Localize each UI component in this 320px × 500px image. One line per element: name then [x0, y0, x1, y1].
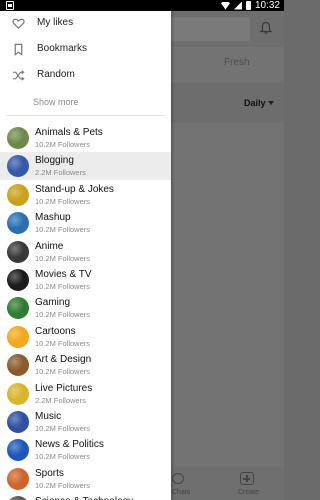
category-name: Animals & Pets	[35, 127, 103, 138]
category-item[interactable]: Blogging 2.2M Followers	[0, 152, 171, 181]
category-followers: 10.2M Followers	[35, 282, 91, 291]
wifi-icon	[220, 1, 230, 10]
category-followers: 10.2M Followers	[35, 140, 91, 149]
show-more-link[interactable]: Show more	[33, 97, 79, 107]
menu-item-random[interactable]: Random	[0, 63, 171, 89]
category-item[interactable]: Movies & TV 10.2M Followers	[0, 266, 171, 294]
filter-bar	[170, 83, 284, 123]
category-avatar	[7, 325, 29, 348]
category-name: Sports	[35, 467, 64, 479]
notification-icon	[6, 1, 14, 10]
filter-dropdown: Daily	[244, 98, 266, 108]
category-avatar	[7, 127, 29, 149]
category-followers: 2.2M Followers	[35, 395, 86, 405]
category-avatar	[7, 439, 29, 462]
category-followers: 10.2M Followers	[35, 338, 91, 348]
category-avatar	[7, 467, 29, 490]
caret-down-icon	[268, 101, 274, 105]
create-icon	[240, 472, 254, 485]
menu-item-my-likes[interactable]: My likes	[0, 11, 171, 37]
create-label: Create	[238, 489, 260, 496]
chats-label: Chats	[172, 489, 191, 496]
category-avatar	[7, 354, 29, 377]
category-name: Music	[35, 411, 62, 422]
category-followers: 10.2M Followers	[35, 225, 91, 235]
category-item[interactable]: Sports 10.2M Followers	[0, 465, 171, 493]
menu-label: Bookmarks	[37, 43, 88, 54]
navigation-drawer: My likes Bookmarks Random Show more Anim…	[0, 11, 171, 500]
menu-label: Random	[37, 69, 75, 80]
category-followers: 2.2M Followers	[35, 168, 86, 178]
category-avatar	[7, 183, 29, 206]
status-time: 10:32	[254, 0, 280, 11]
category-name: News & Politics	[35, 439, 104, 451]
category-followers: 10.2M Followers	[35, 310, 91, 320]
category-name: Blogging	[35, 155, 74, 167]
category-item[interactable]: Science & Technology	[0, 493, 171, 500]
category-followers: 10.2M Followers	[35, 367, 91, 377]
category-item[interactable]: News & Politics 10.2M Followers	[0, 436, 171, 464]
bookmark-icon	[14, 43, 23, 56]
category-name: Stand-up & Jokes	[35, 183, 114, 195]
tab-fresh: Fresh	[224, 57, 250, 68]
category-name: Mashup	[35, 212, 71, 224]
category-avatar	[7, 496, 29, 500]
category-item[interactable]: Music 10.2M Followers	[0, 408, 171, 436]
category-item[interactable]: Animals & Pets 10.2M Followers	[0, 124, 171, 152]
shuffle-icon	[12, 70, 25, 81]
category-name: Gaming	[35, 297, 71, 309]
category-followers: 10.2M Followers	[35, 196, 91, 206]
category-avatar	[7, 297, 29, 320]
category-name: Movies & TV	[35, 269, 92, 280]
category-avatar	[7, 269, 29, 291]
category-item[interactable]: Gaming 10.2M Followers	[0, 294, 171, 322]
category-item[interactable]: Anime 10.2M Followers	[0, 238, 171, 266]
chat-icon	[172, 473, 184, 484]
category-name: Science & Technology	[35, 496, 133, 500]
search-bar	[168, 17, 250, 41]
category-followers: 10.2M Followers	[35, 424, 91, 433]
status-bar: 10:32	[0, 0, 284, 11]
status-bar-right: 10:32	[220, 0, 280, 11]
category-item[interactable]: Art & Design 10.2M Followers	[0, 351, 171, 379]
category-followers: 10.2M Followers	[35, 253, 91, 263]
category-item[interactable]: Live Pictures 2.2M Followers	[0, 380, 171, 408]
category-followers: 10.2M Followers	[35, 480, 91, 490]
category-item[interactable]: Mashup 10.2M Followers	[0, 209, 171, 237]
category-avatar	[7, 212, 29, 235]
category-name: Cartoons	[35, 325, 76, 337]
category-avatar	[7, 411, 29, 433]
category-name: Live Pictures	[35, 382, 93, 394]
category-name: Anime	[35, 240, 64, 252]
menu-label: My likes	[37, 17, 74, 28]
divider	[6, 115, 166, 116]
category-item[interactable]: Cartoons 10.2M Followers	[0, 323, 171, 351]
category-avatar	[7, 382, 29, 405]
category-avatar	[7, 240, 29, 263]
signal-icon	[233, 1, 242, 10]
bell-icon	[259, 21, 273, 34]
menu-item-bookmarks[interactable]: Bookmarks	[0, 37, 171, 63]
category-avatar	[7, 155, 29, 178]
battery-icon	[245, 1, 251, 10]
heart-icon	[12, 18, 25, 29]
category-followers: 10.2M Followers	[35, 452, 91, 462]
category-name: Art & Design	[35, 354, 92, 366]
category-item[interactable]: Stand-up & Jokes 10.2M Followers	[0, 181, 171, 209]
